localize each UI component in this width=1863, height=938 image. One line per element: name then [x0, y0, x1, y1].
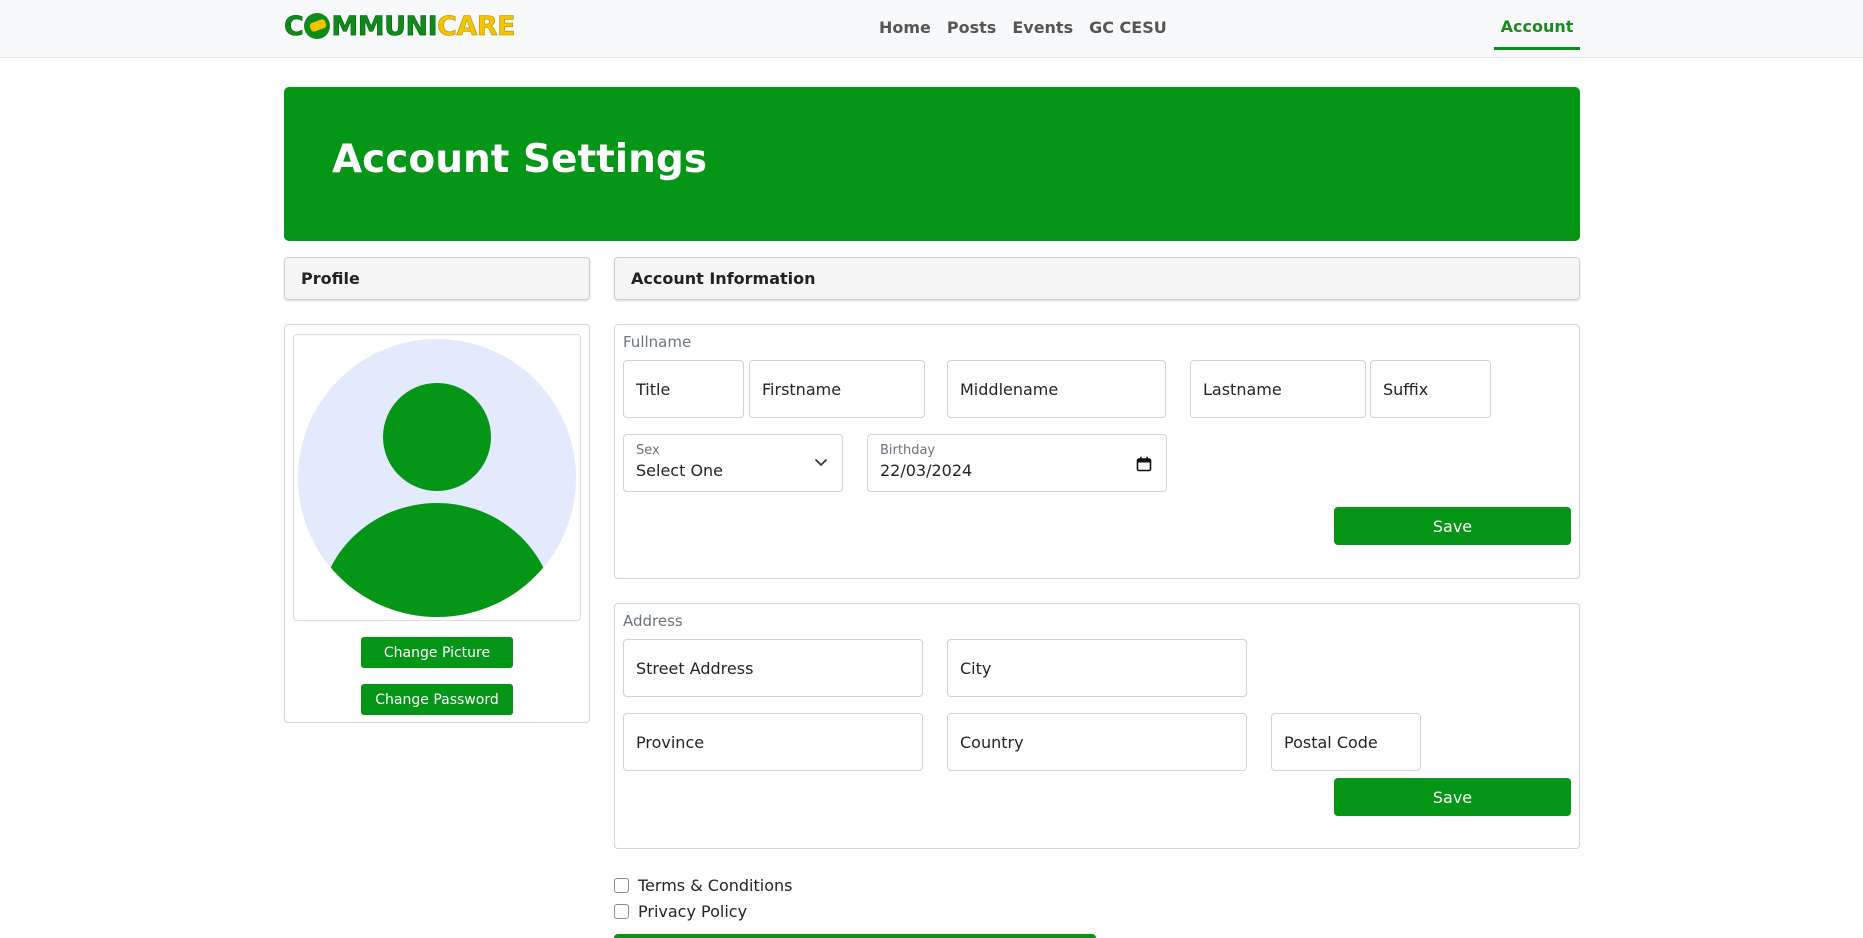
account-info-card-header: Account Information: [614, 257, 1580, 300]
firstname-input[interactable]: [749, 360, 925, 418]
logo-text-care: CARE: [437, 10, 516, 42]
terms-checkbox[interactable]: [614, 878, 629, 893]
sex-select[interactable]: Sex Select One: [623, 434, 843, 492]
profile-card-header: Profile: [284, 257, 590, 300]
save-address-button[interactable]: Save: [1334, 778, 1571, 816]
calendar-icon[interactable]: [1136, 456, 1152, 472]
change-picture-button[interactable]: Change Picture: [361, 637, 513, 668]
city-input[interactable]: [947, 639, 1247, 697]
nav-account[interactable]: Account: [1494, 0, 1580, 50]
avatar-placeholder-icon: [298, 339, 576, 617]
handshake-icon: [304, 13, 331, 39]
logo-text-mmuni: MMUNI: [331, 10, 438, 42]
privacy-label[interactable]: Privacy Policy: [638, 902, 747, 921]
profile-card: Change Picture Change Password: [284, 324, 590, 723]
birthday-value: 22/03/2024: [880, 461, 973, 480]
birthday-input[interactable]: Birthday 22/03/2024: [867, 434, 1167, 492]
address-legend: Address: [623, 612, 683, 630]
navbar: C MMUNI CARE Home Posts Events GC CESU A…: [0, 0, 1863, 58]
terms-checkbox-row[interactable]: Terms & Conditions: [614, 876, 792, 895]
title-input[interactable]: [623, 360, 744, 418]
privacy-checkbox-row[interactable]: Privacy Policy: [614, 902, 747, 921]
sex-value: Select One: [636, 461, 724, 480]
change-password-button[interactable]: Change Password: [361, 684, 513, 715]
page-banner: Account Settings: [284, 87, 1580, 241]
terms-label[interactable]: Terms & Conditions: [638, 876, 792, 895]
middlename-input[interactable]: [947, 360, 1166, 418]
nav-events[interactable]: Events: [1004, 18, 1081, 37]
fullname-section: Fullname Sex Select One Birthday 22/03/2…: [614, 324, 1580, 579]
province-input[interactable]: [623, 713, 923, 771]
page-title: Account Settings: [332, 137, 708, 182]
fullname-legend: Fullname: [623, 333, 692, 351]
nav-gc-cesu[interactable]: GC CESU: [1081, 18, 1175, 37]
street-address-input[interactable]: [623, 639, 923, 697]
birthday-label: Birthday: [880, 443, 936, 458]
main-nav: Home Posts Events GC CESU: [871, 18, 1175, 37]
avatar-frame: [293, 334, 581, 621]
address-section: Address Save: [614, 603, 1580, 849]
privacy-checkbox[interactable]: [614, 904, 629, 919]
lastname-input[interactable]: [1190, 360, 1366, 418]
nav-posts[interactable]: Posts: [939, 18, 1004, 37]
suffix-input[interactable]: [1370, 360, 1491, 418]
chevron-down-icon: [815, 459, 827, 466]
communicare-logo[interactable]: C MMUNI CARE: [284, 10, 516, 42]
nav-home[interactable]: Home: [871, 18, 939, 37]
country-input[interactable]: [947, 713, 1247, 771]
save-fullname-button[interactable]: Save: [1334, 507, 1571, 545]
sex-label: Sex: [636, 443, 660, 458]
logo-text-c: C: [284, 10, 304, 42]
submit-button-partial[interactable]: [614, 934, 1096, 938]
postal-code-input[interactable]: [1271, 713, 1421, 771]
